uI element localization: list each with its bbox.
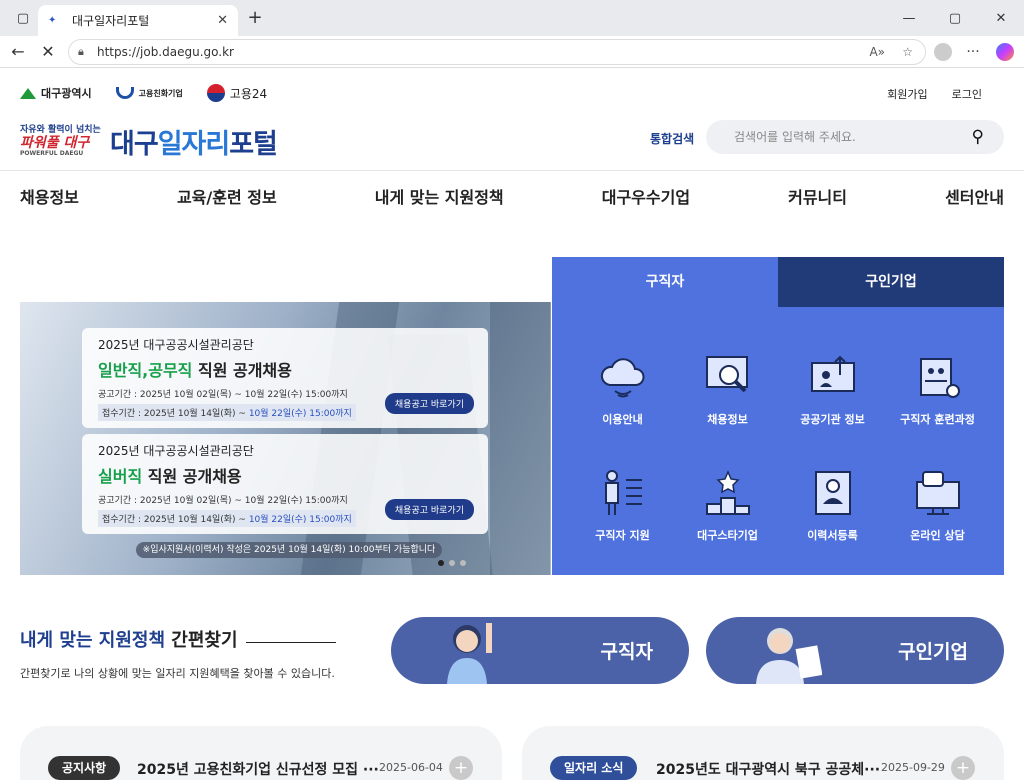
main-banner[interactable]: 2025년 대구공공시설관리공단 일반직,공무직 직원 공개채용 공고기간 : … (20, 302, 551, 575)
partner-logos: 대구광역시 고용친화기업 고용24 (20, 84, 267, 102)
carousel-dot[interactable] (449, 560, 455, 566)
nav-item-policy[interactable]: 내게 맞는 지원정책 (375, 184, 504, 208)
search-icon[interactable]: ⚲ (972, 120, 984, 154)
service-consulting[interactable]: 온라인 상담 (885, 465, 990, 543)
nav-item-center[interactable]: 센터안내 (945, 184, 1004, 208)
notice-board: 공지사항 2025년 고용친화기업 신규선정 모집 ··· 2025-06-04… (20, 726, 502, 780)
back-arrow-icon[interactable]: ← (6, 40, 30, 64)
news-badge[interactable]: 일자리 소식 (550, 756, 638, 780)
tab-title: 대구일자리포털 (72, 14, 150, 28)
employment-friendly-logo[interactable]: 고용친화기업 (115, 87, 183, 99)
nav-item-training[interactable]: 교육/훈련 정보 (177, 184, 277, 208)
service-star-companies[interactable]: 대구스타기업 (675, 465, 780, 543)
job-posting-button[interactable]: 채용공고 바로가기 (384, 393, 474, 414)
page: 대구광역시 고용친화기업 고용24 회원가입 로그인 자유와 활력이 넘치는 파… (0, 68, 1024, 780)
work24-logo[interactable]: 고용24 (206, 84, 267, 102)
window-close-icon[interactable]: ✕ (978, 0, 1024, 36)
favicon-icon: ✦ (48, 14, 57, 26)
new-tab-button[interactable]: + (244, 8, 266, 30)
copilot-icon[interactable] (993, 40, 1017, 64)
search-label: 통합검색 (650, 132, 695, 146)
carousel-dot[interactable] (438, 560, 444, 566)
service-guide[interactable]: 이용안내 (570, 349, 675, 427)
news-date: 2025-09-29 (881, 761, 945, 774)
quickfind-description: 간편찾기로 나의 상황에 맞는 일자리 지원혜택을 찾아볼 수 있습니다. (20, 667, 335, 680)
nav-item-jobs[interactable]: 채용정보 (20, 184, 79, 208)
nav-item-companies[interactable]: 대구우수기업 (602, 184, 690, 208)
upload-monitor-icon (805, 349, 861, 405)
daegu-mountain-icon (20, 87, 36, 99)
service-jobs[interactable]: 채용정보 (675, 349, 780, 427)
service-grid: 이용안내 채용정보 공공기관 정보 구직자 훈련과정 구직자 지원 대구스타기업 (570, 349, 990, 543)
minimize-icon[interactable]: — (886, 0, 932, 36)
tab-employer[interactable]: 구인기업 (778, 257, 1004, 307)
lock-icon: 🔒︎ (78, 45, 84, 58)
site-logo[interactable]: 자유와 활력이 넘치는 파워풀 대구 POWERFUL DAEGU 대구일자리포… (20, 122, 278, 161)
divider (0, 170, 1024, 171)
service-training[interactable]: 구직자 훈련과정 (885, 349, 990, 427)
clipboard-gear-icon (910, 349, 966, 405)
job-news-board: 일자리 소식 2025년도 대구광역시 북구 공공체··· 2025-09-29… (522, 726, 1004, 780)
more-plus-icon[interactable]: + (951, 756, 975, 780)
browser-toolbar: ← ✕ 🔒︎ https://job.daegu.go.kr A» ☆ ··· (0, 36, 1024, 68)
building-bg (490, 302, 550, 575)
chat-monitor-icon (910, 465, 966, 521)
search-input[interactable]: 검색어를 입력해 주세요. ⚲ (706, 120, 1004, 154)
carousel-dots (438, 560, 466, 566)
news-title[interactable]: 2025년도 대구광역시 북구 공공체··· (656, 759, 880, 779)
tab-close-icon[interactable]: ✕ (217, 13, 228, 28)
divider (246, 642, 336, 643)
person-checklist-icon (595, 465, 651, 521)
magnifier-monitor-icon (700, 349, 756, 405)
quickfind-job-seeker-button[interactable]: 구직자 (391, 617, 689, 684)
service-seeker-support[interactable]: 구직자 지원 (570, 465, 675, 543)
notice-date: 2025-06-04 (379, 761, 443, 774)
nav-item-community[interactable]: 커뮤니티 (788, 184, 847, 208)
resume-icon (805, 465, 861, 521)
employer-illustration (756, 628, 822, 684)
banner-card: 2025년 대구공공시설관리공단 일반직,공무직 직원 공개채용 공고기간 : … (82, 328, 488, 428)
read-aloud-icon[interactable]: A» (869, 40, 885, 64)
powerful-daegu-logo: 자유와 활력이 넘치는 파워풀 대구 POWERFUL DAEGU (20, 124, 101, 158)
login-link[interactable]: 로그인 (952, 86, 982, 102)
carousel-dot[interactable] (460, 560, 466, 566)
signup-link[interactable]: 회원가입 (887, 86, 927, 102)
banner-notice: ※입사지원서(이력서) 작성은 2025년 10월 14일(화) 10:00부터… (136, 542, 442, 558)
job-seeker-illustration (447, 623, 492, 684)
browser-tabstrip: ▢ ✦ 대구일자리포털 ✕ + — ▢ ✕ (0, 0, 1024, 36)
service-panel: 구직자 구인기업 이용안내 채용정보 공공기관 정보 구직자 훈련과정 구직자 … (552, 257, 1004, 575)
stop-loading-icon[interactable]: ✕ (36, 40, 60, 64)
top-links: 회원가입 로그인 (887, 86, 982, 102)
cloud-icon (595, 349, 651, 405)
profile-avatar[interactable] (931, 40, 955, 64)
smile-icon (115, 87, 134, 99)
quickfind-title: 내게 맞는 지원정책 간편찾기 (20, 630, 238, 651)
url-text: https://job.daegu.go.kr (97, 45, 234, 59)
notice-title[interactable]: 2025년 고용친화기업 신규선정 모집 ··· (137, 759, 379, 779)
podium-star-icon (700, 465, 756, 521)
browser-tab[interactable]: ✦ 대구일자리포털 ✕ (38, 5, 238, 36)
banner-card: 2025년 대구공공시설관리공단 실버직 직원 공개채용 공고기간 : 2025… (82, 434, 488, 534)
maximize-icon[interactable]: ▢ (932, 0, 978, 36)
main-nav: 채용정보 교육/훈련 정보 내게 맞는 지원정책 대구우수기업 커뮤니티 센터안… (20, 184, 1004, 208)
more-menu-icon[interactable]: ··· (961, 40, 985, 64)
site-title: 대구일자리포털 (110, 129, 278, 160)
service-public-institutions[interactable]: 공공기관 정보 (780, 349, 885, 427)
tab-job-seeker[interactable]: 구직자 (552, 257, 778, 307)
notice-badge[interactable]: 공지사항 (48, 756, 121, 780)
taegeuk-icon (206, 84, 225, 102)
service-resume[interactable]: 이력서등록 (780, 465, 885, 543)
daegu-city-logo[interactable]: 대구광역시 (20, 85, 92, 101)
job-posting-button[interactable]: 채용공고 바로가기 (384, 499, 474, 520)
quickfind-employer-button[interactable]: 구인기업 (706, 617, 1004, 684)
address-bar[interactable]: 🔒︎ https://job.daegu.go.kr A» ☆ (68, 39, 926, 65)
more-plus-icon[interactable]: + (449, 756, 473, 780)
favorite-star-icon[interactable]: ☆ (902, 40, 913, 64)
